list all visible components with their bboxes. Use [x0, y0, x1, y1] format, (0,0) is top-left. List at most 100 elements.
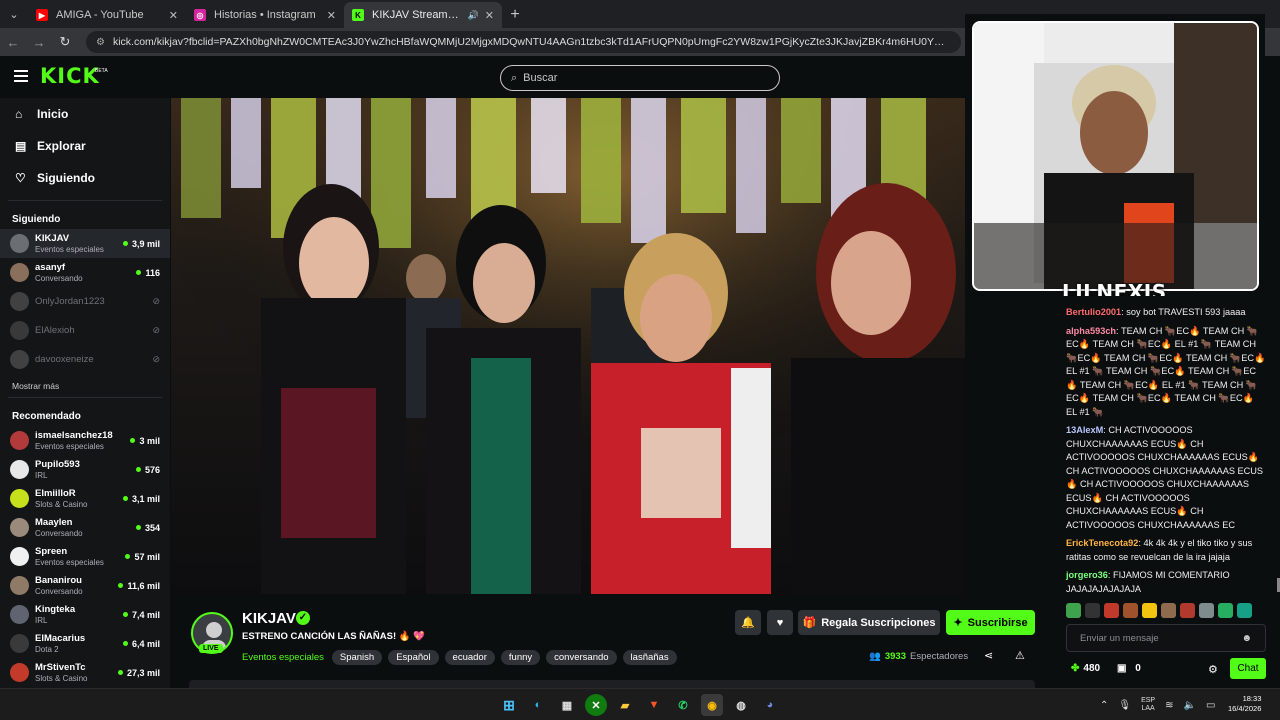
follow-button[interactable]: ♥ — [767, 610, 793, 635]
volume-icon[interactable]: 🔈 — [1184, 700, 1196, 711]
sidebar-channel[interactable]: ElmiilloR Slots & Casino 3,1 mil — [0, 484, 170, 513]
back-icon[interactable]: ← — [0, 29, 26, 55]
brave-icon[interactable]: ▼ — [643, 694, 665, 716]
emote-icon[interactable] — [1237, 603, 1252, 618]
whatsapp-icon[interactable]: ✆ — [672, 694, 694, 716]
chat-message: jorgero36: FIJAMOS MI COMENTARIO JAJAJAJ… — [1066, 569, 1266, 596]
sidebar-channel[interactable]: ElAlexioh ⊘ — [0, 316, 170, 345]
close-icon[interactable]: ✕ — [327, 9, 336, 22]
emote-icon[interactable] — [1142, 603, 1157, 618]
gift-count[interactable]: ▣ 0 — [1117, 663, 1141, 674]
battery-icon[interactable]: ▭ — [1206, 700, 1215, 711]
channel-viewers: 27,3 mil — [117, 668, 160, 678]
chat-settings-icon[interactable]: ⚙ — [1208, 663, 1218, 676]
language-indicator[interactable]: ESP LAA — [1141, 697, 1155, 713]
sidebar-channel[interactable]: Maaylen Conversando 354 — [0, 513, 170, 542]
chat-username[interactable]: 13AlexM — [1066, 425, 1103, 435]
close-icon[interactable]: ✕ — [485, 9, 494, 22]
tab-youtube[interactable]: ▶ AMIGA - YouTube ✕ — [28, 2, 186, 28]
close-icon[interactable]: ✕ — [169, 9, 178, 22]
emote-icon[interactable] — [1180, 603, 1195, 618]
sidebar-channel[interactable]: ismaelsanchez18 Eventos especiales 3 mil — [0, 426, 170, 455]
tag[interactable]: conversando — [546, 650, 617, 665]
tab-kick[interactable]: K KIKJAV Stream - Watch Live 🔊 ✕ — [344, 2, 502, 28]
xbox-icon[interactable]: ✕ — [585, 694, 607, 716]
chat-send-button[interactable]: Chat — [1230, 658, 1266, 679]
tab-search-icon[interactable]: ⌄ — [0, 0, 28, 28]
category-link[interactable]: Eventos especiales — [242, 652, 324, 663]
verified-icon: ✓ — [296, 611, 310, 625]
gift-subs-button[interactable]: 🎁 Regala Suscripciones — [798, 610, 940, 635]
chat-username[interactable]: jorgero36 — [1066, 570, 1108, 580]
chat-username[interactable]: Bertulio2001 — [1066, 307, 1121, 317]
channel-name[interactable]: KIKJAV — [242, 610, 296, 627]
nav-following[interactable]: ♡ Siguiendo — [0, 162, 170, 194]
menu-icon[interactable] — [14, 70, 28, 82]
channel-points[interactable]: ✤ 480 — [1071, 663, 1100, 674]
kick-logo[interactable]: KICK — [40, 64, 100, 88]
emote-icon[interactable] — [1104, 603, 1119, 618]
sidebar-channel[interactable]: Bananirou Conversando 11,6 mil — [0, 571, 170, 600]
tag[interactable]: Spanish — [331, 650, 383, 665]
chat-username[interactable]: ErickTenecota92 — [1066, 538, 1138, 548]
tag[interactable]: funny — [500, 650, 541, 665]
youtube-icon: ▶ — [36, 9, 48, 21]
tag[interactable]: Español — [388, 650, 439, 665]
channel-info: ElMacarius Dota 2 — [35, 633, 123, 655]
chat-text: CH ACTIVOOOOOS CHUXCHAAAAAAS ECUS🔥 CH AC… — [1066, 425, 1264, 530]
emote-bar — [1066, 603, 1256, 618]
subscribe-button[interactable]: ✦ Suscribirse — [946, 610, 1035, 635]
tab-instagram[interactable]: ◎ Historias • Instagram ✕ — [186, 2, 344, 28]
sidebar-channel[interactable]: ElMacarius Dota 2 6,4 mil — [0, 629, 170, 658]
sidebar-channel[interactable]: KIKJAV Eventos especiales 3,9 mil — [0, 229, 170, 258]
chat-username[interactable]: alpha593ch — [1066, 326, 1116, 336]
discord-icon[interactable]: ◕ — [759, 694, 781, 716]
forward-icon[interactable]: → — [26, 29, 52, 55]
files-icon[interactable]: ▰ — [614, 694, 636, 716]
start-icon[interactable]: ⊞ — [498, 694, 520, 716]
emote-icon[interactable] — [1199, 603, 1214, 618]
webcam-overlay: LILNEXIS — [965, 14, 1265, 304]
search-input[interactable]: ⌕ Buscar — [500, 65, 780, 91]
tray-chevron-icon[interactable]: ⌃ — [1100, 700, 1108, 711]
chat-input[interactable]: Enviar un mensaje ☻ — [1066, 624, 1266, 652]
emote-icon[interactable] — [1123, 603, 1138, 618]
chrome-icon[interactable]: ◉ — [701, 694, 723, 716]
gift-icon: ▣ — [1117, 663, 1127, 674]
stream-tags: Eventos especiales Spanish Español ecuad… — [242, 650, 683, 665]
channel-name: ElMacarius — [35, 632, 86, 644]
video-player[interactable] — [171, 98, 965, 594]
sidebar-channel[interactable]: davooxeneize ⊘ — [0, 345, 170, 374]
sidebar-channel[interactable]: OnlyJordan1223 ⊘ — [0, 287, 170, 316]
sidebar-channel[interactable]: asanyf Conversando 116 — [0, 258, 170, 287]
emote-icon[interactable] — [1085, 603, 1100, 618]
tag[interactable]: ecuador — [444, 650, 495, 665]
edge-icon[interactable]: ◐ — [527, 694, 549, 716]
share-icon[interactable]: ⋖ — [984, 649, 993, 662]
nav-home[interactable]: ⌂ Inicio — [0, 98, 170, 130]
url-field[interactable]: ⚙ kick.com/kikjav?fbclid=PAZXh0bgNhZW0CM… — [86, 31, 961, 53]
reload-icon[interactable]: ↻ — [52, 29, 78, 55]
microphone-icon[interactable]: 🎙 — [1118, 700, 1131, 711]
clock[interactable]: 18:33 16/4/2026 — [1228, 694, 1261, 714]
site-info-icon[interactable]: ⚙ — [96, 37, 105, 48]
emote-icon[interactable] — [1218, 603, 1233, 618]
audio-icon[interactable]: 🔊 — [468, 10, 479, 21]
sidebar-channel[interactable]: Kingteka IRL 7,4 mil — [0, 600, 170, 629]
emote-icon[interactable] — [1066, 603, 1081, 618]
emoji-icon[interactable]: ☻ — [1241, 633, 1252, 644]
obs-icon[interactable]: ◍ — [730, 694, 752, 716]
report-icon[interactable]: ⚠ — [1015, 649, 1025, 662]
new-tab-button[interactable]: + — [502, 2, 528, 28]
wifi-icon[interactable]: ≋ — [1165, 700, 1173, 711]
notification-bell-button[interactable]: 🔔 — [735, 610, 761, 635]
store-icon[interactable]: ▦ — [556, 694, 578, 716]
show-more-link[interactable]: Mostrar más — [0, 374, 170, 397]
tag[interactable]: lasñañas — [622, 650, 677, 665]
nav-label: Siguiendo — [37, 171, 95, 185]
emote-icon[interactable] — [1161, 603, 1176, 618]
sidebar-channel[interactable]: Pupilo593 IRL 576 — [0, 455, 170, 484]
sidebar-channel[interactable]: Spreen Eventos especiales 57 mil — [0, 542, 170, 571]
nav-explore[interactable]: ▤ Explorar — [0, 130, 170, 162]
sidebar-channel[interactable]: MrStivenTc Slots & Casino 27,3 mil — [0, 658, 170, 687]
